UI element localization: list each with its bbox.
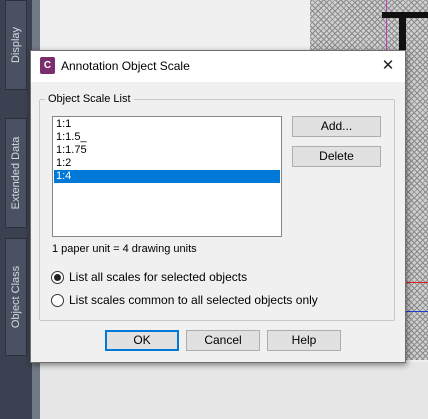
drawing-canvas-lower — [40, 362, 428, 419]
radio-list-common-label[interactable]: List scales common to all selected objec… — [69, 293, 318, 307]
scale-list-item[interactable]: 1:1.75 — [54, 144, 280, 157]
autocad-app-icon: C — [40, 57, 55, 74]
drawing-line-red — [406, 282, 428, 283]
properties-side-palette: Display Extended Data Object Class — [0, 0, 32, 419]
scale-listbox[interactable]: 1:1 1:1.5_ 1:1.75 1:2 1:4 — [52, 116, 282, 237]
dialog-title: Annotation Object Scale — [61, 59, 190, 73]
drawing-line-blue — [406, 311, 428, 312]
scale-list-item[interactable]: 1:1.5_ — [54, 131, 280, 144]
ok-button[interactable]: OK — [105, 330, 179, 351]
scale-list-item-selected[interactable]: 1:4 — [54, 170, 280, 183]
dialog-titlebar[interactable]: C Annotation Object Scale ✕ — [31, 51, 405, 82]
delete-button[interactable]: Delete — [292, 146, 381, 167]
radio-list-common-scales[interactable]: List scales common to all selected objec… — [51, 292, 318, 308]
radio-list-all-scales[interactable]: List all scales for selected objects — [51, 269, 247, 285]
radio-list-all-label[interactable]: List all scales for selected objects — [69, 270, 247, 284]
radio-button-checked[interactable] — [51, 270, 64, 284]
radio-button-unchecked[interactable] — [51, 293, 64, 307]
tab-object-class[interactable]: Object Class — [5, 238, 27, 356]
tab-object-class-label: Object Class — [10, 265, 22, 329]
tab-display-label: Display — [10, 26, 22, 64]
paper-unit-ratio-text: 1 paper unit = 4 drawing units — [52, 243, 197, 255]
drawing-line-magenta — [386, 0, 387, 50]
close-icon[interactable]: ✕ — [375, 54, 401, 78]
help-button[interactable]: Help — [267, 330, 341, 351]
cancel-button[interactable]: Cancel — [186, 330, 260, 351]
add-button[interactable]: Add... — [292, 116, 381, 137]
tab-extended-data[interactable]: Extended Data — [5, 118, 27, 228]
scale-list-item[interactable]: 1:1 — [54, 118, 280, 131]
scale-list-item[interactable]: 1:2 — [54, 157, 280, 170]
group-title: Object Scale List — [45, 93, 134, 105]
annotation-object-scale-dialog: C Annotation Object Scale ✕ Object Scale… — [30, 50, 406, 363]
tab-display[interactable]: Display — [5, 0, 27, 90]
tab-extended-data-label: Extended Data — [10, 136, 22, 210]
